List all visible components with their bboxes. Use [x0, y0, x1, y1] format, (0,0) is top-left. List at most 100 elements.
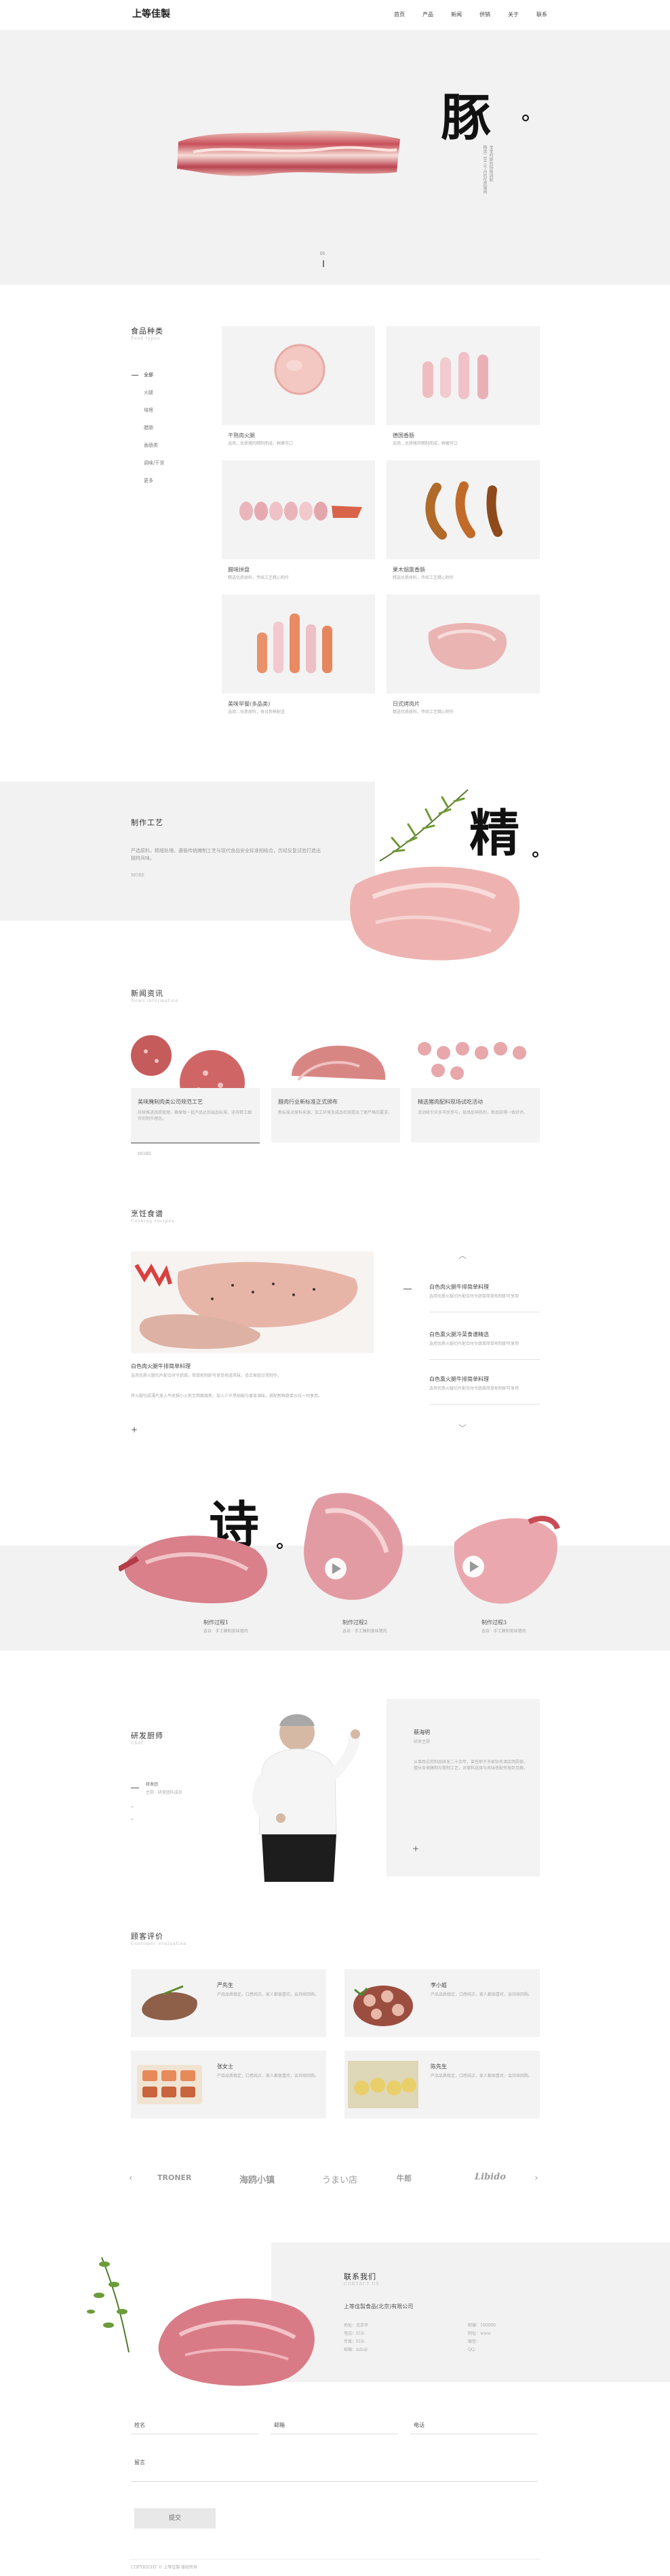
product-name-2[interactable]: 德国香肠 [393, 432, 414, 440]
steak-dish-image [134, 1262, 358, 1349]
partner-logo-4[interactable]: 牛郎 [397, 2173, 412, 2183]
recipe-list-title-2[interactable]: 白色熏火腿冷菜食谱精选 [429, 1331, 489, 1339]
recipe-list-title-3[interactable]: 白色熏火腿牛排简单料理 [429, 1375, 489, 1384]
product-desc-6: 精选优质原料，传统工艺精心制作 [393, 710, 454, 715]
nav-about[interactable]: 关于 [499, 11, 528, 18]
product-card-2[interactable] [387, 326, 540, 425]
chef-name: 蔡海明 [414, 1729, 430, 1735]
news-active-underline [131, 1142, 260, 1144]
contact-title: 联系我们 [344, 2272, 376, 2281]
news-subtitle: News information [131, 999, 179, 1003]
contact-wechat: 微信： [468, 2339, 481, 2344]
poem-item-title-1[interactable]: 制作过程1 [203, 1619, 229, 1627]
recipes-title: 烹饪食谱 [131, 1209, 163, 1218]
case-image-1 [142, 1985, 197, 2021]
recipe-down-arrow-icon[interactable]: ﹀ [458, 1422, 467, 1434]
product-name-1[interactable]: 干熟肉火腿 [228, 432, 255, 440]
ham-leg-image-3 [454, 1516, 560, 1604]
hero-character: 豚 [441, 89, 491, 147]
sausages-image [422, 352, 488, 399]
field-label-message: 留言 [134, 2459, 145, 2466]
category-more[interactable]: 更多 [144, 477, 164, 495]
hero-pager-line[interactable] [323, 260, 324, 267]
hero-banner: 豚 宝宝时期的特殊调制 精选二至三个月的优质猪肉 01 [0, 30, 670, 285]
product-name-5[interactable]: 美味早餐(多品类) [228, 700, 270, 708]
category-sausage[interactable]: 腊肠 [144, 424, 164, 442]
partners-prev-icon[interactable]: ‹ [129, 2173, 133, 2183]
product-name-4[interactable]: 果木烟熏香肠 [393, 566, 425, 574]
smoked-sausage-image [425, 481, 502, 540]
nav-supply[interactable]: 供销 [471, 11, 499, 18]
news-image-3[interactable] [411, 1028, 540, 1088]
case-text-1: 产品品质稳定，口感纯正，家人都很喜欢，会持续回购。 [217, 1992, 319, 1997]
recipe-up-arrow-icon[interactable]: ︿ [458, 1249, 467, 1261]
product-card-5[interactable] [222, 595, 375, 693]
news-image-2[interactable] [271, 1028, 400, 1088]
partners-next-icon[interactable]: › [534, 2173, 538, 2183]
recipe-divider-2 [429, 1359, 540, 1360]
product-desc-1: 选用…优质猪肉精制而成，鲜嫩可口 [228, 441, 294, 446]
bacon-image [177, 130, 400, 176]
poem-item-text-1: 选自 · 手工腌制美味猪肉 [203, 1629, 248, 1634]
chef-info-card [387, 1699, 540, 1876]
category-seasoning[interactable]: 调味/干货 [144, 460, 164, 477]
product-card-3[interactable] [222, 460, 375, 559]
steak-image [158, 2298, 315, 2386]
ham-leg-image-2 [304, 1493, 403, 1600]
product-card-1[interactable] [222, 326, 375, 425]
product-card-4[interactable] [387, 460, 540, 559]
recipe-main-image[interactable] [131, 1251, 374, 1353]
poem-item-text-3: 选自 · 手工腌制美味猪肉 [481, 1629, 526, 1634]
hero-dot [522, 115, 529, 121]
contact-lines-right: 邮编：100000 网址：www. 微信： QQ： [468, 2322, 496, 2354]
news-item-text-1: 持续推进品质管理，确保每一批产品达到出品标准，坚持精工细作的制作理念。 [138, 1110, 252, 1121]
nav-home[interactable]: 首页 [385, 11, 414, 18]
partner-logo-3[interactable]: うまい店 [322, 2173, 357, 2186]
news-item-title-1[interactable]: 美味腌制肉类公司规范工艺 [138, 1098, 203, 1106]
raw-meat-image [350, 866, 520, 961]
contact-qq: QQ： [468, 2348, 479, 2352]
ham-leg-image-1 [119, 1535, 268, 1604]
chef-label-sub: 主厨 · 研发团队成员 [146, 1790, 182, 1795]
chef-photo [235, 1699, 376, 1882]
product-name-3[interactable]: 腊味拼盘 [228, 566, 250, 574]
recipe-main-title[interactable]: 白色肉火腿牛排简单料理 [131, 1363, 191, 1371]
product-desc-2: 选用…优质猪肉精制而成，鲜嫩可口 [393, 441, 458, 446]
craft-more-link[interactable]: MORE [131, 872, 144, 879]
partner-logo-5[interactable]: Libido [475, 2172, 506, 2182]
recipe-add-icon[interactable]: + [131, 1425, 138, 1434]
message-field[interactable] [131, 2481, 538, 2482]
chef-more-icon[interactable]: + [412, 1844, 419, 1853]
nav-contact[interactable]: 联系 [528, 11, 556, 18]
category-ham[interactable]: 火腿 [144, 389, 164, 407]
partner-logo-2[interactable]: 海鸥小镇 [239, 2173, 275, 2186]
contact-address: 地址：北京市 [344, 2323, 369, 2328]
product-desc-5: 选用…优质原料，每日新鲜配送 [228, 710, 285, 715]
product-card-6[interactable] [387, 595, 540, 693]
recipe-list-text-1: 选用优质火腿切片配合时令蔬菜简单煎制即可享用 [429, 1294, 519, 1299]
craft-character: 精 [469, 805, 519, 863]
category-all[interactable]: 全部 [144, 371, 164, 389]
case-text-2: 产品品质稳定，口感纯正，家人都很喜欢，会持续回购。 [431, 1992, 533, 1997]
news-more-link[interactable]: MORE [138, 1151, 151, 1157]
partner-logo-1[interactable]: TRONER [157, 2173, 192, 2182]
nav-products[interactable]: 产品 [414, 11, 442, 18]
poem-item-title-3[interactable]: 制作过程3 [481, 1619, 507, 1627]
product-name-6[interactable]: 日式烤肉片 [393, 700, 420, 708]
footer-copyright: COPYRIGHT © 上等佳製 版权所有 [131, 2565, 198, 2570]
news-item-title-2[interactable]: 腊肉行业新标准正式颁布 [278, 1098, 338, 1106]
nav-news[interactable]: 新闻 [442, 11, 471, 18]
submit-button[interactable]: 提交 [134, 2508, 216, 2529]
chef-bio: 从事西式肉制品研发二十余年，曾任职于多家知名酒店西厨部，擅长各类腌制与熏制工艺，… [414, 1760, 528, 1771]
news-item-title-3[interactable]: 精选猪肉配料现场试吃活动 [418, 1098, 483, 1106]
poem-item-title-2[interactable]: 制作过程2 [342, 1619, 368, 1627]
site-logo[interactable]: 上等佳製 [132, 7, 170, 20]
product-desc-3: 精选优质原料，传统工艺精心制作 [228, 576, 290, 580]
news-image-1[interactable] [131, 1028, 260, 1115]
category-sausages[interactable]: 香肠类 [144, 442, 164, 460]
chef-label: 研发团 [146, 1782, 159, 1787]
chef-title: 研发厨师 [131, 1731, 163, 1740]
category-bacon[interactable]: 培根 [144, 407, 164, 424]
recipe-list-title-1[interactable]: 白色肉火腿牛排简单料理 [429, 1283, 489, 1291]
case-text-3: 产品品质稳定，口感纯正，家人都很喜欢，会持续回购。 [217, 2074, 319, 2078]
